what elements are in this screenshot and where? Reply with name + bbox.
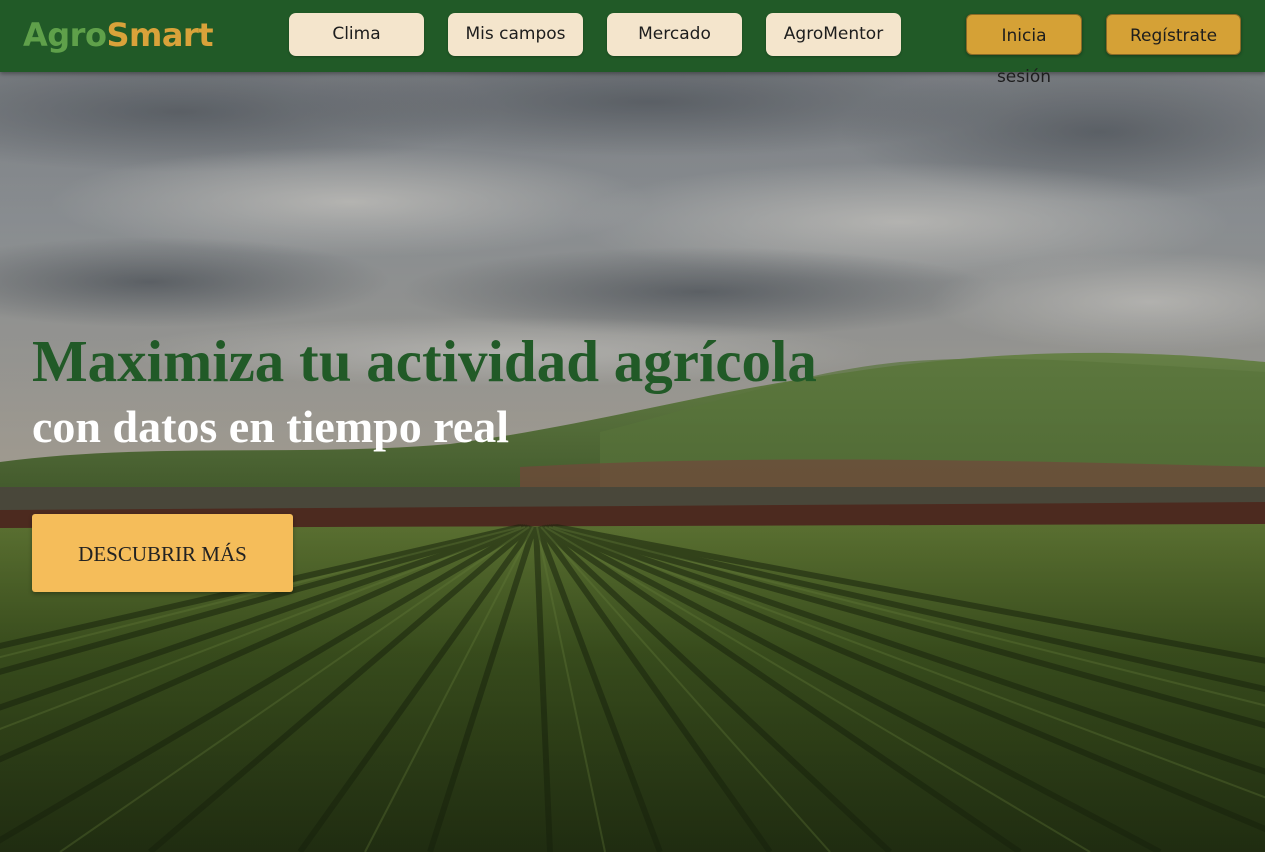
landing-page: AgroSmart Clima Mis campos Mercado AgroM… — [0, 0, 1265, 852]
agrosmart-logo[interactable]: AgroSmart — [23, 12, 213, 58]
nav-agromentor-button[interactable]: AgroMentor — [766, 13, 901, 56]
signup-button[interactable]: Regístrate — [1106, 14, 1241, 55]
navbar: AgroSmart Clima Mis campos Mercado AgroM… — [0, 0, 1265, 87]
login-button[interactable]: Inicia sesión — [966, 14, 1082, 87]
hero-subheadline: con datos en tiempo real — [32, 401, 510, 452]
discover-more-button[interactable]: DESCUBRIR MÁS — [32, 514, 293, 592]
hero-section — [0, 72, 1265, 852]
nav-mis-campos-button[interactable]: Mis campos — [448, 13, 583, 56]
logo-part-agro: Agro — [23, 16, 107, 54]
logo-part-smart: Smart — [106, 16, 213, 54]
farm-field-photo — [0, 72, 1265, 852]
hero-headline: Maximiza tu actividad agrícola — [32, 328, 817, 394]
nav-mercado-button[interactable]: Mercado — [607, 13, 742, 56]
nav-clima-button[interactable]: Clima — [289, 13, 424, 56]
